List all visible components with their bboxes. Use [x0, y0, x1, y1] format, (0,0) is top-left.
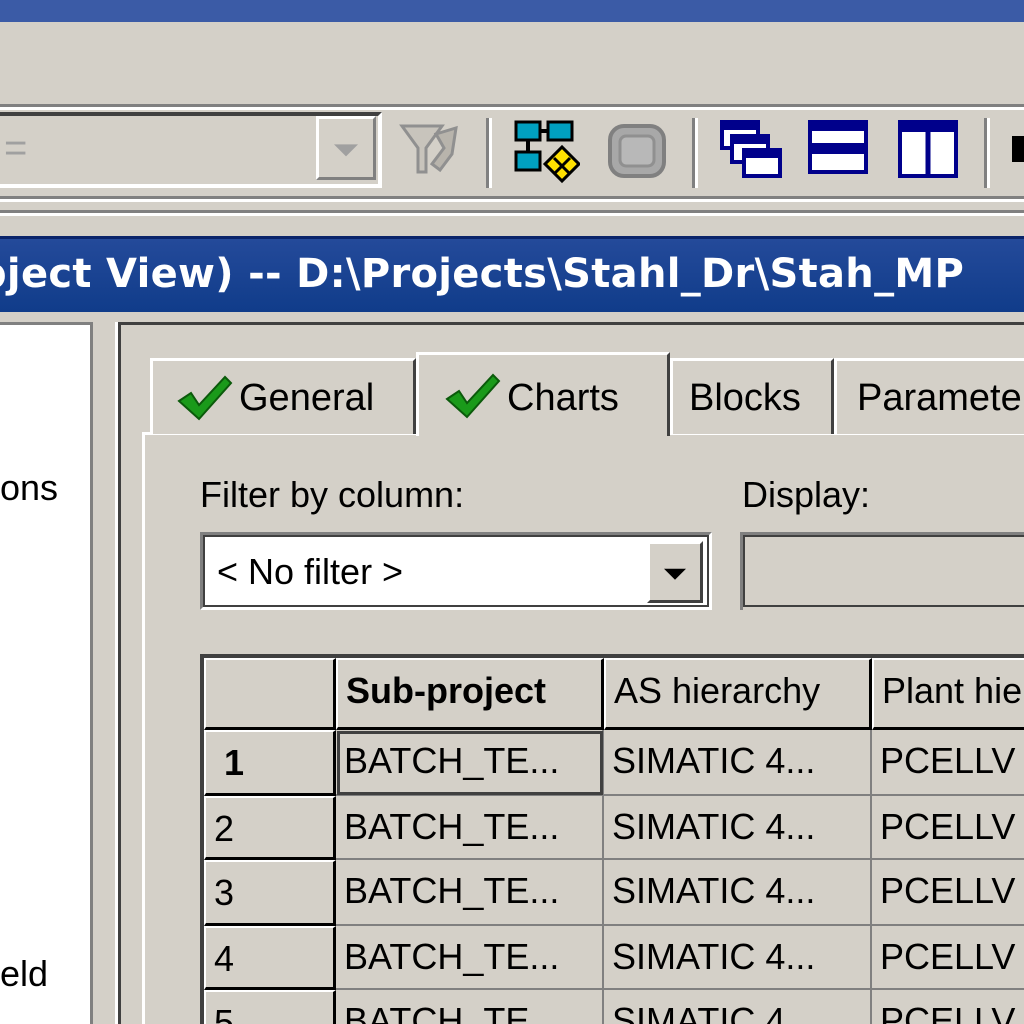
toolbar-separator	[692, 118, 698, 188]
cell-text: PCELLV	[880, 936, 1016, 977]
cell-text: PCELLV	[880, 806, 1016, 847]
display-label: Display:	[742, 474, 871, 515]
tab-label: Paramete	[857, 377, 1022, 419]
cell-text: BATCH_TE...	[344, 740, 560, 781]
column-header-label: Plant hie	[882, 670, 1023, 711]
display-select[interactable]	[740, 532, 1024, 610]
cell-text: SIMATIC 4...	[612, 806, 816, 847]
table-cell[interactable]: BATCH_TE...	[336, 796, 604, 860]
charts-table[interactable]: Sub-project AS hierarchy Plant hie 1 BAT…	[200, 654, 1024, 1024]
row-header[interactable]: 2	[204, 796, 336, 860]
column-header-as-hierarchy[interactable]: AS hierarchy	[604, 658, 872, 730]
tile-vertical-button[interactable]	[896, 118, 962, 184]
row-number: 3	[214, 872, 235, 913]
row-header[interactable]: 4	[204, 926, 336, 990]
chevron-down-icon	[664, 568, 686, 580]
table-cell-selected[interactable]: BATCH_TE...	[336, 730, 604, 796]
network-icon	[514, 120, 582, 184]
cell-text: BATCH_TE...	[344, 1000, 560, 1024]
arrow-icon	[1012, 136, 1024, 162]
cell-text: SIMATIC 4...	[612, 936, 816, 977]
cascade-windows-button[interactable]	[718, 118, 784, 184]
table-cell[interactable]: PCELLV	[872, 926, 1024, 990]
chevron-down-icon	[334, 144, 358, 157]
filter-button[interactable]	[396, 118, 462, 184]
column-header-sub-project[interactable]: Sub-project	[336, 658, 604, 730]
filter-value: < No filter >	[217, 551, 404, 592]
toolbar-separator	[984, 118, 990, 188]
tree-pane[interactable]: ons eld	[0, 322, 90, 1024]
cell-text: SIMATIC 4...	[612, 870, 816, 911]
column-header-plant-hierarchy[interactable]: Plant hie	[872, 658, 1024, 730]
toolbar-separator	[486, 118, 492, 188]
tab-label: General	[239, 377, 375, 419]
row-number: 1	[224, 742, 245, 783]
cell-text: BATCH_TE...	[344, 806, 560, 847]
tree-item-label[interactable]: ons	[0, 467, 58, 509]
table-cell[interactable]: PCELLV	[872, 796, 1024, 860]
cell-text: BATCH_TE...	[344, 936, 560, 977]
row-header[interactable]: 1	[204, 730, 336, 796]
column-header-label: AS hierarchy	[614, 670, 821, 711]
network-button[interactable]	[514, 118, 582, 184]
row-number: 4	[214, 938, 235, 979]
app-title-strip	[0, 0, 1024, 22]
row-header[interactable]: 3	[204, 860, 336, 926]
tile-horizontal-button[interactable]	[806, 118, 872, 184]
divider	[0, 213, 1024, 216]
table-cell[interactable]: SIMATIC 4...	[604, 860, 872, 926]
table-corner[interactable]	[204, 658, 336, 730]
tab-label: Blocks	[689, 377, 801, 419]
filter-by-column-select[interactable]: < No filter >	[200, 532, 712, 610]
cell-text: SIMATIC 4...	[612, 1000, 816, 1024]
display-button[interactable]	[604, 118, 670, 184]
cascade-windows-icon	[720, 120, 782, 178]
table-cell[interactable]: PCELLV	[872, 860, 1024, 926]
table-cell[interactable]: SIMATIC 4...	[604, 796, 872, 860]
filter-label: Filter by column:	[200, 474, 465, 515]
table-cell[interactable]: BATCH_TE...	[336, 926, 604, 990]
table-cell[interactable]: PCELLV	[872, 730, 1024, 796]
table-cell[interactable]: BATCH_TE...	[336, 990, 604, 1024]
row-number: 5	[214, 1002, 235, 1024]
row-number: 2	[214, 808, 235, 849]
tab-charts[interactable]: Charts	[416, 352, 670, 436]
table-cell[interactable]: SIMATIC 4...	[604, 926, 872, 990]
filter-icon	[399, 124, 458, 174]
tile-horizontal-icon	[808, 120, 868, 174]
tab-label: Charts	[507, 377, 619, 419]
tree-item-label[interactable]: eld	[0, 953, 48, 995]
table-cell[interactable]: SIMATIC 4...	[604, 990, 872, 1024]
table-cell[interactable]: BATCH_TE...	[336, 860, 604, 926]
window-titlebar[interactable]: bject View) -- D:\Projects\Stahl_Dr\Stah…	[0, 236, 1024, 312]
cell-text: BATCH_TE...	[344, 870, 560, 911]
table-cell[interactable]: PCELLV	[872, 990, 1024, 1024]
toolbar-combo-value: =	[4, 126, 28, 170]
divider	[0, 199, 1024, 202]
filter-dropdown-button[interactable]	[647, 541, 703, 603]
cell-text: SIMATIC 4...	[612, 740, 816, 781]
check-icon	[445, 373, 501, 419]
cell-text: PCELLV	[880, 740, 1016, 781]
toolbar-combo-dropdown-button[interactable]	[316, 116, 376, 180]
table-cell[interactable]: SIMATIC 4...	[604, 730, 872, 796]
tab-blocks[interactable]: Blocks	[670, 358, 834, 434]
menu-band	[0, 22, 1024, 106]
cell-text: PCELLV	[880, 870, 1016, 911]
column-header-label: Sub-project	[346, 670, 547, 711]
check-icon	[177, 375, 233, 421]
pane-splitter[interactable]	[90, 322, 118, 1024]
tile-vertical-icon	[898, 120, 958, 178]
cell-text: PCELLV	[880, 1000, 1016, 1024]
tab-general[interactable]: General	[150, 358, 416, 434]
window-title: bject View) -- D:\Projects\Stahl_Dr\Stah…	[0, 251, 965, 297]
row-header[interactable]: 5	[204, 990, 336, 1024]
next-button[interactable]	[1010, 118, 1024, 184]
display-icon	[608, 124, 666, 178]
tab-parameters[interactable]: Paramete	[834, 358, 1024, 434]
